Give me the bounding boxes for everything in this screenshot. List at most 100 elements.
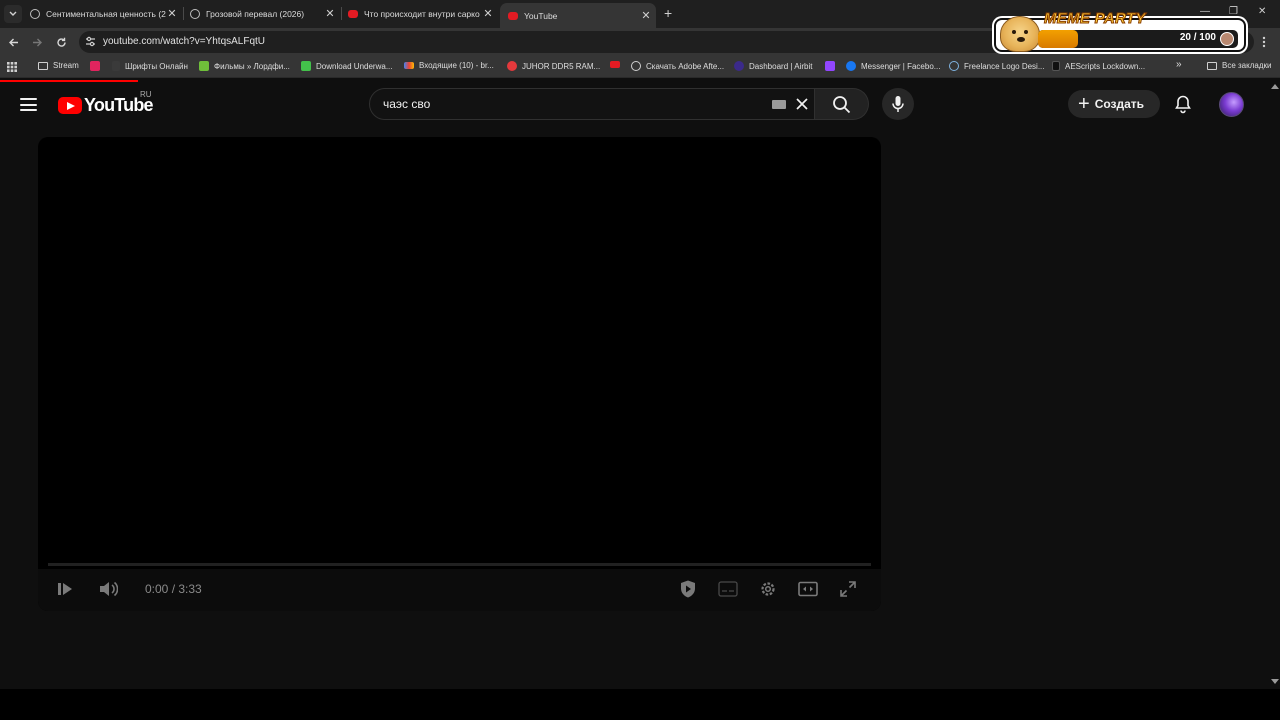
bookmark-label: Messenger | Facebo...	[861, 61, 941, 71]
fullscreen-icon	[840, 581, 856, 597]
all-bookmarks-button[interactable]: Все закладки	[1207, 61, 1271, 70]
account-avatar[interactable]	[1219, 92, 1244, 117]
clear-search-icon[interactable]	[794, 96, 810, 112]
folder-icon	[38, 61, 48, 70]
close-tab-icon[interactable]: ✕	[482, 8, 494, 20]
bookmark-label: Download Underwa...	[316, 61, 393, 71]
video-player[interactable]: 0:00 / 3:33	[38, 137, 881, 611]
browser-tab-3[interactable]: Что происходит внутри сарко ✕	[348, 2, 494, 26]
play-button[interactable]	[53, 577, 77, 601]
chevron-down-icon	[9, 11, 17, 16]
globe-icon	[30, 9, 40, 19]
close-tab-icon[interactable]: ✕	[166, 8, 178, 20]
back-button[interactable]	[5, 34, 21, 50]
doge-icon	[1000, 16, 1040, 52]
microphone-icon	[892, 96, 904, 112]
reload-icon	[56, 37, 66, 47]
folder-icon	[1207, 61, 1217, 70]
bookmark-label: Шрифты Онлайн	[125, 61, 188, 71]
bookmark-airbit[interactable]: Dashboard | Airbit	[734, 61, 812, 71]
gear-icon	[761, 582, 775, 596]
bookmark-twitch[interactable]	[825, 61, 840, 71]
subtitles-icon	[718, 581, 738, 597]
bookmark-label: Фильмы » Лордфи...	[214, 61, 290, 71]
fullscreen-button[interactable]	[836, 577, 860, 601]
facebook-icon	[846, 61, 856, 71]
page-scrollbar[interactable]	[1270, 82, 1280, 690]
bookmark-aescripts[interactable]: AEScripts Lockdown...	[1052, 61, 1145, 71]
browser-tab-4-active[interactable]: YouTube ✕	[500, 3, 656, 28]
notifications-bell-icon[interactable]	[1173, 94, 1193, 114]
close-window-button[interactable]: ✕	[1258, 6, 1266, 17]
youtube-play-icon	[58, 97, 82, 114]
coin-icon	[1220, 32, 1234, 46]
bookmark-juhor[interactable]: JUHOR DDR5 RAM...	[507, 61, 600, 71]
arrow-right-icon	[32, 38, 42, 46]
mute-button[interactable]	[96, 577, 120, 601]
bookmark-fonts[interactable]: Шрифты Онлайн	[112, 61, 188, 71]
browser-menu-icon[interactable]	[1262, 36, 1266, 48]
browser-tab-1[interactable]: Сентиментальная ценность (2 ✕	[30, 2, 178, 26]
scroll-up-arrow-icon[interactable]	[1271, 83, 1279, 89]
tab-divider	[183, 7, 184, 20]
subtitles-button[interactable]	[716, 577, 740, 601]
youtube-masthead: YouTube RU чаэс сво + Создать	[0, 82, 1280, 128]
voice-search-button[interactable]	[882, 88, 914, 120]
search-icon	[833, 95, 851, 113]
url-text: youtube.com/watch?v=YhtqsALFqtU	[103, 36, 266, 47]
bookmark-films[interactable]: Фильмы » Лордфи...	[199, 61, 290, 71]
theater-mode-button[interactable]	[796, 577, 820, 601]
tab-title: Сентиментальная ценность (2	[46, 9, 166, 19]
bookmark-freelance[interactable]: Freelance Logo Desi...	[949, 61, 1045, 71]
browser-tab-2[interactable]: Грозовой перевал (2026) ✕	[190, 2, 336, 26]
youtube-icon	[508, 11, 518, 20]
bookmarks-overflow-button[interactable]: »	[1176, 59, 1182, 70]
meme-party-widget: 20 / 100 MEME PARTY	[994, 10, 1246, 52]
search-input[interactable]: чаэс сво	[369, 88, 815, 120]
tab-search-button[interactable]	[4, 5, 22, 23]
new-tab-button[interactable]: +	[664, 5, 672, 21]
create-label: Создать	[1094, 97, 1145, 111]
scroll-down-arrow-icon[interactable]	[1271, 679, 1279, 685]
forward-button[interactable]	[29, 34, 45, 50]
meme-party-title: MEME PARTY	[1044, 10, 1146, 28]
aliexpress-icon	[507, 61, 517, 71]
youtube-logo[interactable]: YouTube RU	[58, 90, 154, 116]
settings-button[interactable]	[756, 577, 780, 601]
tab-title: Что происходит внутри сарко	[364, 9, 480, 19]
youtube-icon	[610, 61, 620, 68]
bookmark-gmail[interactable]: Входящие (10) - br...	[404, 61, 494, 70]
search-query: чаэс сво	[383, 97, 431, 111]
create-button[interactable]: + Создать	[1068, 90, 1160, 118]
keyboard-icon[interactable]	[772, 100, 786, 109]
bottom-letterbox	[0, 689, 1280, 720]
restore-button[interactable]: ❐	[1229, 6, 1238, 17]
download-icon	[301, 61, 311, 71]
bookmark-adobe[interactable]: Скачать Adobe Afte...	[631, 61, 724, 71]
volume-icon	[100, 581, 118, 597]
bookmark-messenger[interactable]: Messenger | Facebo...	[846, 61, 940, 71]
bookmark-label: JUHOR DDR5 RAM...	[522, 61, 601, 71]
shield-button[interactable]	[676, 577, 700, 601]
search-button[interactable]	[815, 88, 869, 120]
video-progress-bar[interactable]	[48, 563, 871, 566]
youtube-icon	[348, 10, 358, 18]
apps-grid-icon[interactable]	[7, 62, 17, 72]
menu-icon[interactable]	[20, 98, 37, 111]
bookmark-download[interactable]: Download Underwa...	[301, 61, 392, 71]
freelance-icon	[949, 61, 959, 71]
tab-title: Грозовой перевал (2026)	[206, 9, 305, 19]
site-settings-icon[interactable]	[85, 36, 96, 47]
bookmark-live[interactable]	[90, 61, 105, 71]
minimize-button[interactable]: —	[1200, 6, 1210, 17]
globe-icon	[190, 9, 200, 19]
close-tab-icon[interactable]: ✕	[640, 10, 652, 22]
tab-title: YouTube	[524, 10, 558, 21]
bookmark-youtube[interactable]	[610, 61, 625, 68]
bookmark-stream[interactable]: Stream	[38, 61, 79, 70]
reload-button[interactable]	[53, 34, 69, 50]
shield-play-icon	[681, 580, 695, 598]
tab-divider	[341, 7, 342, 20]
close-tab-icon[interactable]: ✕	[324, 8, 336, 20]
twitch-icon	[825, 61, 835, 71]
